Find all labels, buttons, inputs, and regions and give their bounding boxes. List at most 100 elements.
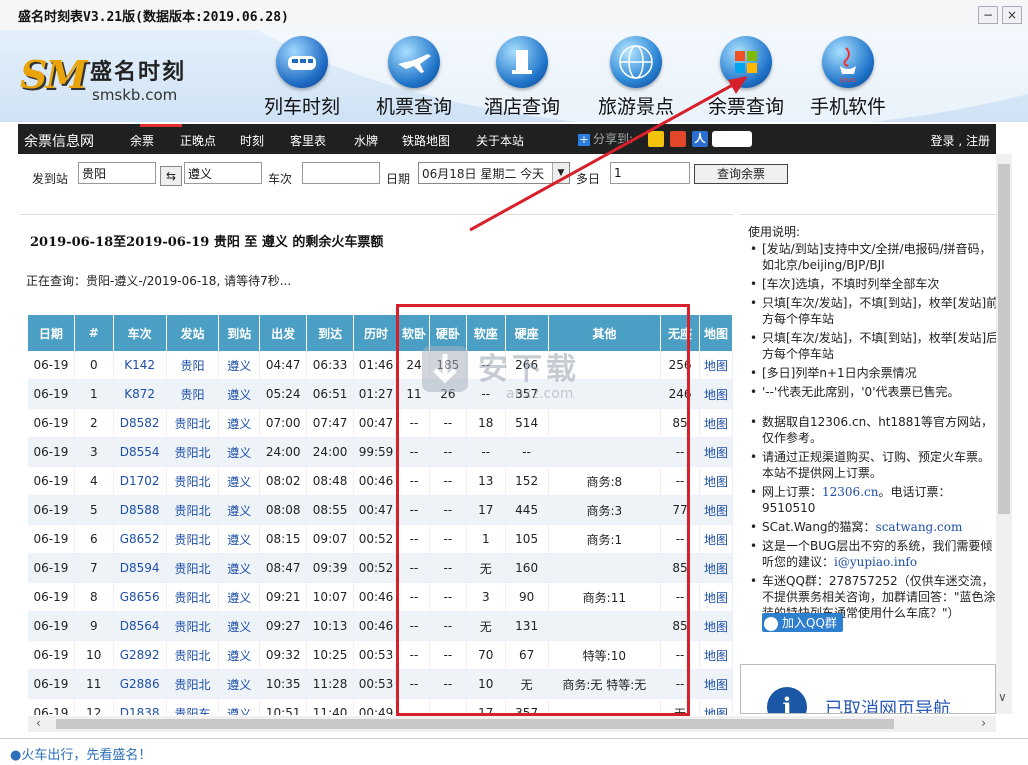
menu-item-tickets[interactable]: 余票: [130, 132, 154, 149]
date-select[interactable]: 06月18日 星期二 今天 ▼: [418, 162, 570, 184]
qzone-icon[interactable]: [648, 131, 664, 147]
to-station-link[interactable]: 遵义: [218, 582, 261, 612]
weibo-icon[interactable]: [670, 131, 686, 147]
from-station-link[interactable]: 贵阳东: [166, 698, 220, 715]
menu-item-rail-map[interactable]: 铁路地图: [402, 132, 450, 149]
from-station-link[interactable]: 贵阳北: [166, 466, 220, 496]
title-bar: 盛名时刻表V3.21版(数据版本:2019.06.28) − ×: [0, 0, 1028, 30]
map-link[interactable]: 地图: [699, 437, 733, 467]
swap-stations-button[interactable]: ⇆: [160, 166, 182, 186]
train-number-link[interactable]: K142: [113, 351, 167, 380]
site-brand[interactable]: 余票信息网: [24, 131, 94, 151]
login-link[interactable]: 登录: [931, 134, 955, 148]
train-number-link[interactable]: D1702: [113, 466, 167, 496]
map-link[interactable]: 地图: [699, 698, 733, 715]
nav-tourism[interactable]: 旅游景点: [584, 32, 688, 118]
map-link[interactable]: 地图: [699, 408, 733, 438]
menu-item-distance[interactable]: 客里表: [290, 132, 326, 149]
scroll-down-icon[interactable]: ∨: [998, 690, 1007, 704]
to-station-link[interactable]: 遵义: [218, 351, 261, 380]
to-station-link[interactable]: 遵义: [218, 553, 261, 583]
link-12306[interactable]: 12306.cn: [822, 485, 878, 499]
renren-icon[interactable]: 人: [692, 131, 708, 147]
from-station-link[interactable]: 贵阳北: [166, 408, 220, 438]
map-link[interactable]: 地图: [699, 379, 733, 409]
train-number-link[interactable]: G8652: [113, 524, 167, 554]
map-link[interactable]: 地图: [699, 466, 733, 496]
map-link[interactable]: 地图: [699, 669, 733, 699]
table-cell: 1: [74, 379, 114, 409]
train-number-link[interactable]: D8554: [113, 437, 167, 467]
table-cell: 08:48: [306, 466, 355, 496]
train-number-link[interactable]: D8594: [113, 553, 167, 583]
train-number-link[interactable]: K872: [113, 379, 167, 409]
train-number-link[interactable]: D8564: [113, 611, 167, 641]
from-station-link[interactable]: 贵阳北: [166, 611, 220, 641]
join-qq-button[interactable]: 加入QQ群: [762, 613, 843, 632]
share-more-icon[interactable]: [712, 131, 752, 147]
from-station-link[interactable]: 贵阳北: [166, 437, 220, 467]
to-station-link[interactable]: 遵义: [218, 408, 261, 438]
from-station-link[interactable]: 贵阳北: [166, 582, 220, 612]
from-station-link[interactable]: 贵阳北: [166, 669, 220, 699]
to-station-link[interactable]: 遵义: [218, 611, 261, 641]
share-label[interactable]: + 分享到:: [578, 130, 633, 147]
scroll-left-icon[interactable]: ‹: [36, 716, 41, 730]
map-link[interactable]: 地图: [699, 351, 733, 380]
link-scatwang[interactable]: scatwang.com: [876, 520, 963, 534]
vertical-scrollbar[interactable]: ∨: [996, 154, 1012, 714]
from-station-link[interactable]: 贵阳北: [166, 524, 220, 554]
scrollbar-thumb[interactable]: [998, 164, 1010, 514]
train-number-link[interactable]: G8656: [113, 582, 167, 612]
train-number-link[interactable]: D8588: [113, 495, 167, 525]
minimize-button[interactable]: −: [978, 6, 998, 24]
to-station-link[interactable]: 遵义: [218, 495, 261, 525]
menu-item-board[interactable]: 水牌: [354, 132, 378, 149]
train-number-link[interactable]: G2886: [113, 669, 167, 699]
map-link[interactable]: 地图: [699, 524, 733, 554]
from-station-link[interactable]: 贵阳: [166, 379, 220, 409]
nav-flight-search[interactable]: 机票查询: [362, 32, 466, 118]
train-number-link[interactable]: D8582: [113, 408, 167, 438]
from-station-link[interactable]: 贵阳北: [166, 553, 220, 583]
menu-item-schedule[interactable]: 时刻: [240, 132, 264, 149]
map-link[interactable]: 地图: [699, 495, 733, 525]
to-station-link[interactable]: 遵义: [218, 524, 261, 554]
table-cell: 00:46: [353, 582, 399, 612]
map-link[interactable]: 地图: [699, 553, 733, 583]
map-link[interactable]: 地图: [699, 640, 733, 670]
to-station-link[interactable]: 遵义: [218, 379, 261, 409]
from-station-link[interactable]: 贵阳: [166, 351, 220, 380]
nav-hotel-search[interactable]: 酒店查询: [470, 32, 574, 118]
table-cell: 08:15: [259, 524, 308, 554]
to-station-link[interactable]: 遵义: [218, 466, 261, 496]
map-link[interactable]: 地图: [699, 611, 733, 641]
train-number-link[interactable]: G2892: [113, 640, 167, 670]
close-button[interactable]: ×: [1002, 6, 1022, 24]
query-tickets-button[interactable]: 查询余票: [694, 164, 788, 184]
to-station-input[interactable]: [184, 162, 262, 184]
to-station-link[interactable]: 遵义: [218, 698, 261, 715]
multi-day-input[interactable]: [610, 162, 690, 184]
menu-item-about[interactable]: 关于本站: [476, 132, 524, 149]
nav-train-schedule[interactable]: 列车时刻: [250, 32, 354, 118]
nav-mobile-software[interactable]: Java 手机软件: [796, 32, 900, 118]
register-link[interactable]: 注册: [966, 134, 990, 148]
table-cell: 2: [74, 408, 114, 438]
from-station-link[interactable]: 贵阳北: [166, 495, 220, 525]
train-number-input[interactable]: [302, 162, 380, 184]
from-station-link[interactable]: 贵阳北: [166, 640, 220, 670]
scroll-right-icon[interactable]: ›: [981, 716, 986, 730]
to-station-link[interactable]: 遵义: [218, 640, 261, 670]
from-station-input[interactable]: [78, 162, 156, 184]
feedback-email-link[interactable]: i@yupiao.info: [834, 555, 917, 569]
to-station-link[interactable]: 遵义: [218, 437, 261, 467]
table-cell: 12: [74, 698, 114, 715]
nav-ticket-search[interactable]: 余票查询: [694, 32, 798, 118]
horizontal-scrollbar[interactable]: ‹ ›: [28, 716, 996, 732]
map-link[interactable]: 地图: [699, 582, 733, 612]
train-number-link[interactable]: D1838: [113, 698, 167, 715]
to-station-link[interactable]: 遵义: [218, 669, 261, 699]
scrollbar-thumb[interactable]: [56, 719, 894, 729]
menu-item-delay[interactable]: 正晚点: [180, 132, 216, 149]
